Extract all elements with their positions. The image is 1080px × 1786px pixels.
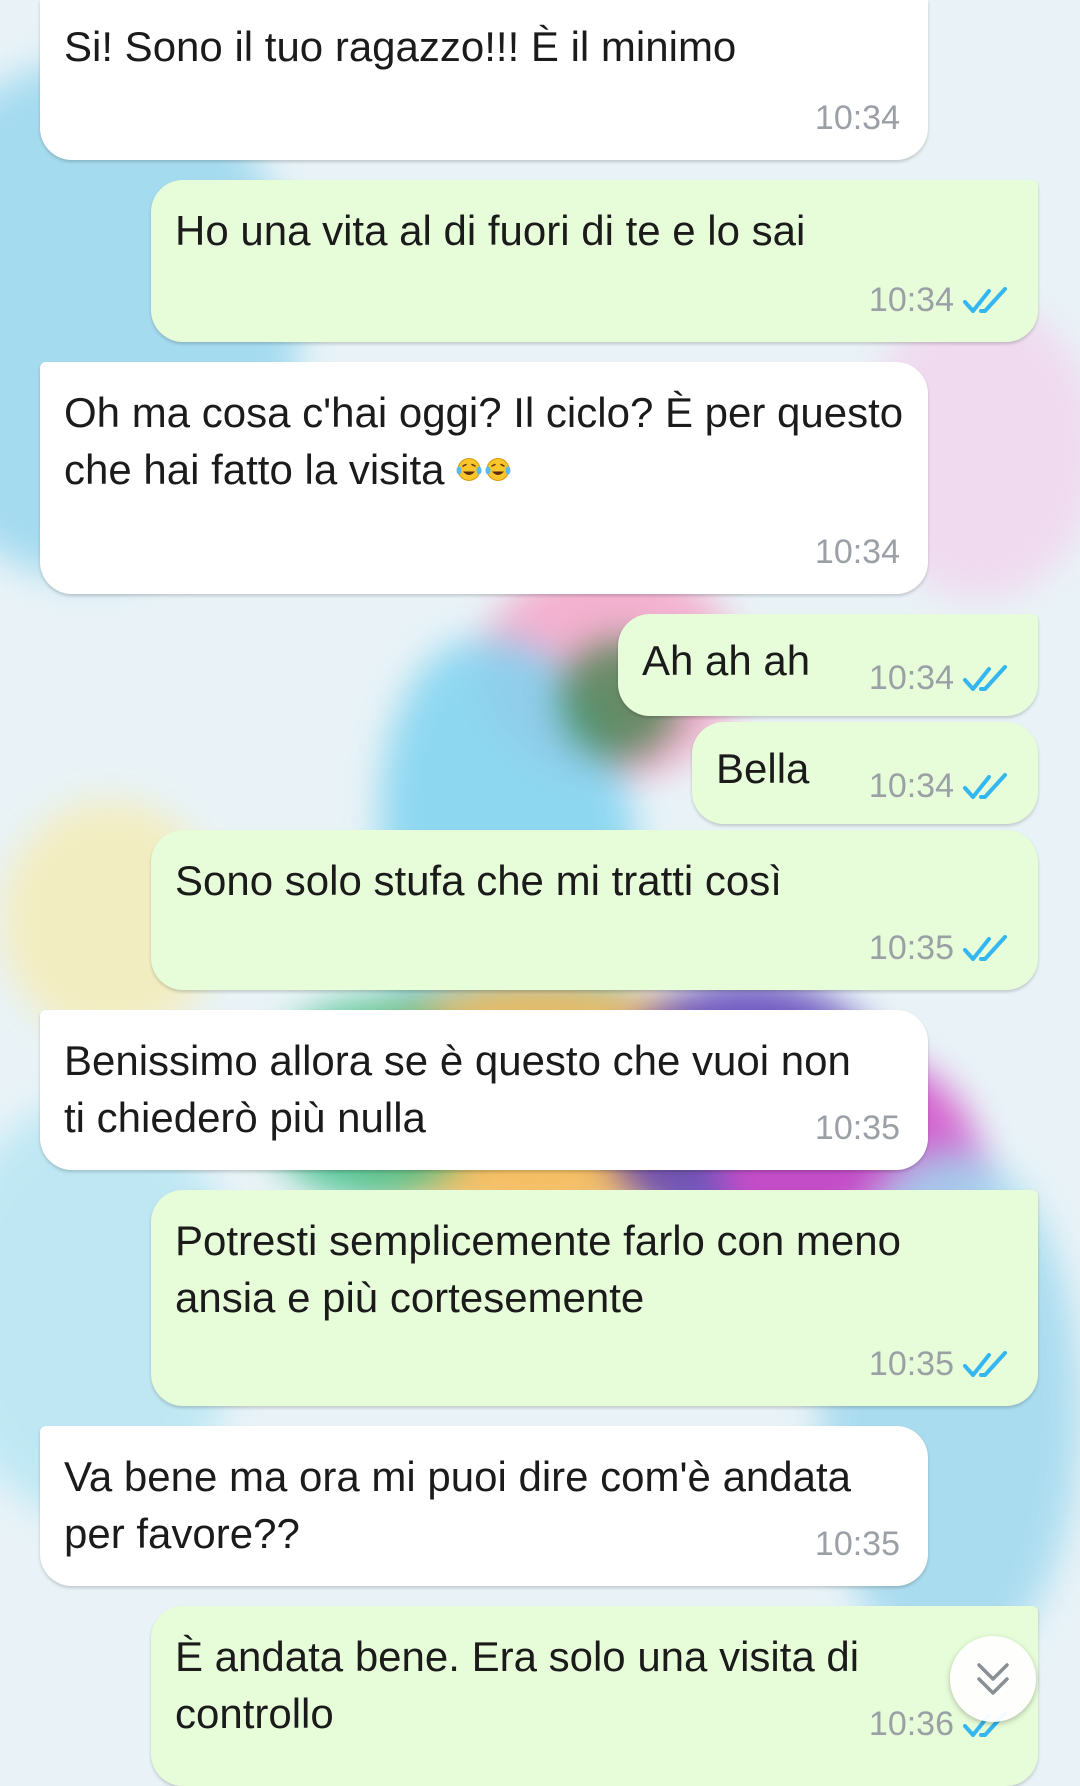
message-bubble-outgoing[interactable]: È andata bene. Era solo una visita di co…	[151, 1606, 1038, 1786]
scroll-to-bottom-button[interactable]	[950, 1636, 1036, 1722]
message-time: 10:34	[814, 533, 900, 571]
message-meta: 10:34	[869, 281, 1010, 320]
double-check-icon	[963, 1350, 1007, 1377]
message-text: Oh ma cosa c'hai oggi? Il ciclo? È per q…	[64, 384, 904, 498]
message-bubble-incoming[interactable]: Va bene ma ora mi puoi dire com'è andata…	[40, 1426, 928, 1586]
message-meta: 10:35	[869, 1345, 1010, 1384]
message-time: 10:34	[868, 281, 954, 319]
double-check-icon	[963, 934, 1007, 961]
chat-message-list[interactable]: Si! Sono il tuo ragazzo!!! È il minimo 1…	[0, 0, 1080, 1786]
message-time: 10:34	[868, 659, 954, 697]
message-bubble-incoming[interactable]: Benissimo allora se è questo che vuoi no…	[40, 1010, 928, 1170]
message-meta: 10:34	[815, 99, 900, 138]
message-time: 10:35	[868, 929, 954, 967]
message-bubble-outgoing[interactable]: Bella 10:34	[692, 722, 1038, 824]
message-meta: 10:34	[815, 533, 900, 572]
message-bubble-outgoing[interactable]: Potresti semplicemente farlo con meno an…	[151, 1190, 1038, 1406]
message-meta: 10:34	[869, 659, 1010, 698]
message-time: 10:35	[868, 1345, 954, 1383]
message-meta: 10:35	[815, 1525, 900, 1564]
message-text: Si! Sono il tuo ragazzo!!! È il minimo	[64, 23, 737, 70]
message-text: Ho una vita al di fuori di te e lo sai	[175, 207, 806, 254]
message-time: 10:34	[868, 767, 954, 805]
face-with-tears-of-joy-icon	[456, 458, 511, 481]
message-text: Potresti semplicemente farlo con meno an…	[175, 1217, 901, 1321]
chevron-double-down-icon	[977, 1663, 1009, 1695]
message-bubble-incoming[interactable]: Si! Sono il tuo ragazzo!!! È il minimo 1…	[40, 0, 928, 160]
double-check-icon	[963, 772, 1007, 799]
message-time: 10:35	[814, 1525, 900, 1563]
message-meta: 10:34	[869, 767, 1010, 806]
message-time: 10:34	[814, 99, 900, 137]
message-bubble-outgoing[interactable]: Sono solo stufa che mi tratti così 10:35	[151, 830, 1038, 990]
message-bubble-outgoing[interactable]: Ho una vita al di fuori di te e lo sai 1…	[151, 180, 1038, 342]
message-time: 10:35	[814, 1109, 900, 1147]
message-text: Va bene ma ora mi puoi dire com'è andata…	[64, 1453, 852, 1557]
message-bubble-outgoing[interactable]: Ah ah ah 10:34	[618, 614, 1038, 716]
message-bubble-incoming[interactable]: Oh ma cosa c'hai oggi? Il ciclo? È per q…	[40, 362, 928, 594]
message-time: 10:36	[868, 1705, 954, 1743]
message-meta: 10:35	[869, 929, 1010, 968]
message-meta: 10:35	[815, 1109, 900, 1148]
message-text: È andata bene. Era solo una visita di co…	[175, 1633, 860, 1737]
message-text: Sono solo stufa che mi tratti così	[175, 857, 782, 904]
message-text: Benissimo allora se è questo che vuoi no…	[64, 1037, 851, 1141]
double-check-icon	[963, 286, 1007, 313]
double-check-icon	[963, 664, 1007, 691]
